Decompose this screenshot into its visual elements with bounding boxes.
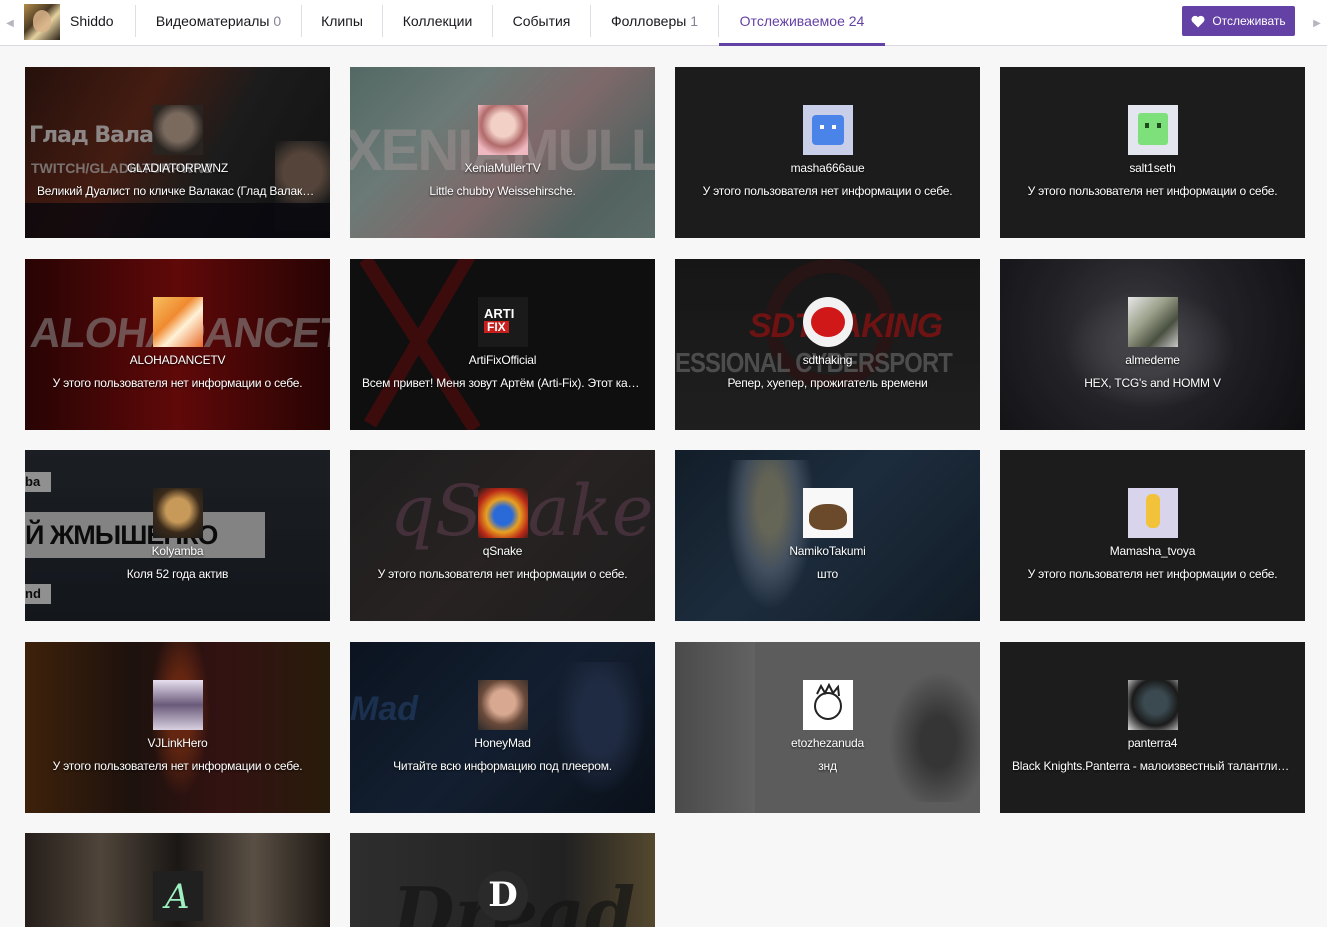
channel-description: Великий Дуалист по кличке Валакас (Глад …	[37, 184, 318, 198]
channel-name: GLADIATORPWNZ	[127, 161, 228, 175]
channel-card[interactable]: Глад Валакас TWITCH/GLADIATORPWNZ GLADIA…	[25, 67, 330, 238]
channel-card[interactable]: SDTHAKING ESSIONAL CYBERSPORT sdthaking …	[675, 259, 980, 430]
channel-card[interactable]: ba Й ЖМЫШЕНКО nd Kolyamba Коля 52 года а…	[25, 450, 330, 621]
tab-label: Отслеживаемое	[739, 13, 845, 29]
follow-button-label: Отслеживать	[1212, 14, 1286, 28]
channel-avatar	[153, 297, 203, 347]
channel-username[interactable]: Shiddo	[70, 0, 114, 46]
channel-name: NamikoTakumi	[789, 544, 866, 558]
channel-name: salt1seth	[1129, 161, 1176, 175]
tab-following[interactable]: Отслеживаемое 24	[719, 0, 885, 46]
channel-nav-bar: ◀ Shiddo Видеоматериалы 0 Клипы Коллекци…	[0, 0, 1327, 46]
channel-card[interactable]: VJLinkHero У этого пользователя нет инфо…	[25, 642, 330, 813]
channel-card[interactable]: Mad HoneyMad Читайте всю информацию под …	[350, 642, 655, 813]
channel-card[interactable]: salt1seth У этого пользователя нет инфор…	[1000, 67, 1305, 238]
channel-name: etozhezanuda	[791, 736, 864, 750]
channel-description: HEX, TCG's and HOMM V	[1084, 376, 1221, 390]
artifix-logo-top: ARTI	[484, 306, 515, 321]
channel-card[interactable]: panterra4 Black Knights.Panterra - малои…	[1000, 642, 1305, 813]
artifix-logo-bottom: FIX	[484, 321, 509, 333]
channel-card[interactable]: XENIAMULLERTV XeniaMullerTV Little chubb…	[350, 67, 655, 238]
channel-description: У этого пользователя нет информации о се…	[702, 184, 953, 198]
channel-name: XeniaMullerTV	[464, 161, 541, 175]
channel-avatar	[1128, 680, 1178, 730]
channel-description: Коля 52 года актив	[126, 567, 229, 581]
channel-name: Mamasha_tvoya	[1109, 544, 1196, 558]
channel-card[interactable]: ARTI FIX ArtiFixOfficial Всем привет! Ме…	[350, 259, 655, 430]
channel-avatar	[803, 297, 853, 347]
tab-followers[interactable]: Фолловеры 1	[591, 0, 718, 46]
tab-count: 0	[273, 13, 282, 29]
channel-name: almedeme	[1125, 353, 1180, 367]
channel-description: Читайте всю информацию под плеером.	[393, 759, 612, 773]
channel-card[interactable]: Dread D	[350, 833, 655, 927]
channel-description: У этого пользователя нет информации о се…	[1027, 184, 1278, 198]
channel-avatar	[1128, 488, 1178, 538]
channel-card[interactable]: etozhezanuda знд	[675, 642, 980, 813]
channel-description: Little chubby Weissehirsche.	[429, 184, 576, 198]
heart-icon	[1191, 15, 1205, 27]
channel-name: VJLinkHero	[147, 736, 208, 750]
tab-events[interactable]: События	[493, 0, 590, 46]
channel-card[interactable]: Mamasha_tvoya У этого пользователя нет и…	[1000, 450, 1305, 621]
channel-name: HoneyMad	[474, 736, 531, 750]
channel-description: што	[816, 567, 839, 581]
tab-label: События	[512, 13, 571, 29]
channel-card[interactable]: A	[25, 833, 330, 927]
channel-description: Всем привет! Меня зовут Артём (Arti-Fix)…	[362, 376, 643, 390]
channel-card[interactable]: almedeme HEX, TCG's and HOMM V	[1000, 259, 1305, 430]
channel-avatar	[803, 105, 853, 155]
channel-avatar	[803, 488, 853, 538]
channel-name: qSnake	[482, 544, 523, 558]
channel-avatar	[478, 680, 528, 730]
channel-avatar: ARTI FIX	[478, 297, 528, 347]
tab-label: Коллекции	[402, 13, 473, 29]
scroll-right-icon[interactable]: ▶	[1307, 0, 1327, 46]
channel-description: знд	[818, 759, 837, 773]
follow-button[interactable]: Отслеживать	[1182, 6, 1295, 36]
channel-avatar	[478, 488, 528, 538]
channel-avatar: A	[153, 871, 203, 921]
tab-label: Фолловеры	[610, 13, 687, 29]
channel-description: Black Knights.Panterra - малоизвестный т…	[1012, 759, 1293, 773]
scroll-left-icon[interactable]: ◀	[0, 0, 20, 46]
channel-description: У этого пользователя нет информации о се…	[52, 759, 303, 773]
tab-label: Клипы	[321, 13, 363, 29]
channel-card[interactable]: qSnake qSnake У этого пользователя нет и…	[350, 450, 655, 621]
tab-count: 24	[848, 13, 865, 29]
channel-description: У этого пользователя нет информации о се…	[1027, 567, 1278, 581]
channel-name: ALOHADANCETV	[129, 353, 226, 367]
channel-name: panterra4	[1127, 736, 1178, 750]
tab-collections[interactable]: Коллекции	[383, 0, 492, 46]
tab-videos[interactable]: Видеоматериалы 0	[136, 0, 301, 46]
channel-avatar: D	[478, 871, 528, 921]
tab-clips[interactable]: Клипы	[302, 0, 382, 46]
channel-avatar	[1128, 297, 1178, 347]
avatar-letter: D	[488, 875, 518, 915]
channel-name: Kolyamba	[151, 544, 204, 558]
channel-avatar	[153, 105, 203, 155]
channel-card[interactable]: ALOHADANCETV ALOHADANCETV У этого пользо…	[25, 259, 330, 430]
channel-name: masha666aue	[790, 161, 865, 175]
channel-card[interactable]: masha666aue У этого пользователя нет инф…	[675, 67, 980, 238]
channel-avatar	[478, 105, 528, 155]
channel-avatar	[153, 680, 203, 730]
channel-avatar[interactable]	[24, 4, 60, 40]
tab-count: 1	[690, 13, 698, 29]
channel-description: Репер, хуепер, прожигатель времени	[727, 376, 928, 390]
channel-description: У этого пользователя нет информации о се…	[52, 376, 303, 390]
channel-avatar	[1128, 105, 1178, 155]
following-grid: Глад Валакас TWITCH/GLADIATORPWNZ GLADIA…	[0, 46, 1327, 927]
channel-avatar	[803, 680, 853, 730]
sketch-character-icon	[814, 682, 842, 720]
channel-avatar	[153, 488, 203, 538]
channel-card[interactable]: NamikoTakumi што	[675, 450, 980, 621]
channel-name: sdthaking	[802, 353, 853, 367]
tab-label: Видеоматериалы	[155, 13, 270, 29]
channel-name: ArtiFixOfficial	[468, 353, 537, 367]
channel-description: У этого пользователя нет информации о се…	[377, 567, 628, 581]
